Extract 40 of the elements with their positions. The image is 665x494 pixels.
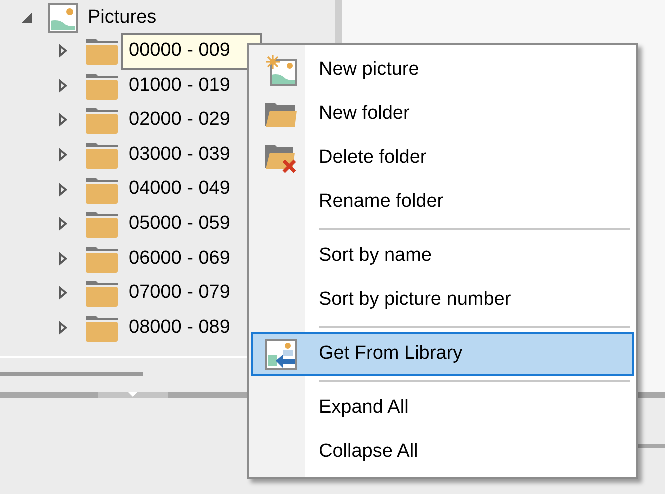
splitter-arrow-icon (128, 392, 138, 397)
collapsed-arrow-icon[interactable] (58, 113, 68, 128)
folder-delete-icon (265, 142, 297, 174)
collapsed-arrow-icon[interactable] (58, 252, 68, 266)
folder-icon (85, 313, 119, 344)
collapsed-arrow-icon[interactable] (58, 182, 68, 197)
folder-icon (85, 105, 119, 136)
folder-icon (85, 278, 119, 308)
folder-icon (85, 209, 119, 240)
folder-icon (265, 100, 297, 128)
tree-item[interactable]: 07000 - 079 (121, 275, 230, 312)
menu-item[interactable]: Delete folder (251, 136, 634, 180)
picture-sun-icon (265, 54, 297, 86)
tree-item[interactable]: 01000 - 019 (121, 68, 230, 104)
tree-item[interactable]: 00000 - 009 (121, 33, 262, 70)
tree-item[interactable]: 02000 - 029 (121, 102, 230, 139)
menu-item[interactable]: Expand All (251, 386, 634, 430)
menu-item[interactable]: Rename folder (251, 180, 634, 224)
collapsed-arrow-icon[interactable] (58, 78, 68, 93)
picture-icon (48, 3, 78, 33)
tree-item[interactable]: 08000 - 089 (121, 310, 230, 346)
folder-icon (85, 36, 119, 66)
collapsed-arrow-icon[interactable] (58, 44, 68, 58)
tree-item[interactable]: 05000 - 059 (121, 206, 230, 243)
folder-icon (85, 140, 119, 170)
menu-item[interactable]: Sort by name (251, 234, 634, 278)
collapsed-arrow-icon[interactable] (58, 217, 68, 232)
scrollbar-thumb[interactable] (0, 372, 143, 376)
tree-item[interactable]: 03000 - 039 (121, 136, 230, 174)
tree-item[interactable]: Pictures (88, 4, 157, 32)
tree-item[interactable]: 04000 - 049 (121, 171, 230, 208)
collapsed-arrow-icon[interactable] (58, 148, 68, 162)
menu-item[interactable]: New folder (251, 92, 634, 136)
menu-item[interactable]: Sort by picture number (251, 278, 634, 322)
menu-item[interactable]: Collapse All (251, 430, 634, 474)
menu-item[interactable]: Get From Library (251, 332, 634, 376)
collapsed-arrow-icon[interactable] (58, 321, 68, 336)
tree-item[interactable]: 06000 - 069 (121, 240, 230, 278)
expanded-arrow-icon[interactable] (21, 12, 33, 24)
collapsed-arrow-icon[interactable] (58, 286, 68, 300)
